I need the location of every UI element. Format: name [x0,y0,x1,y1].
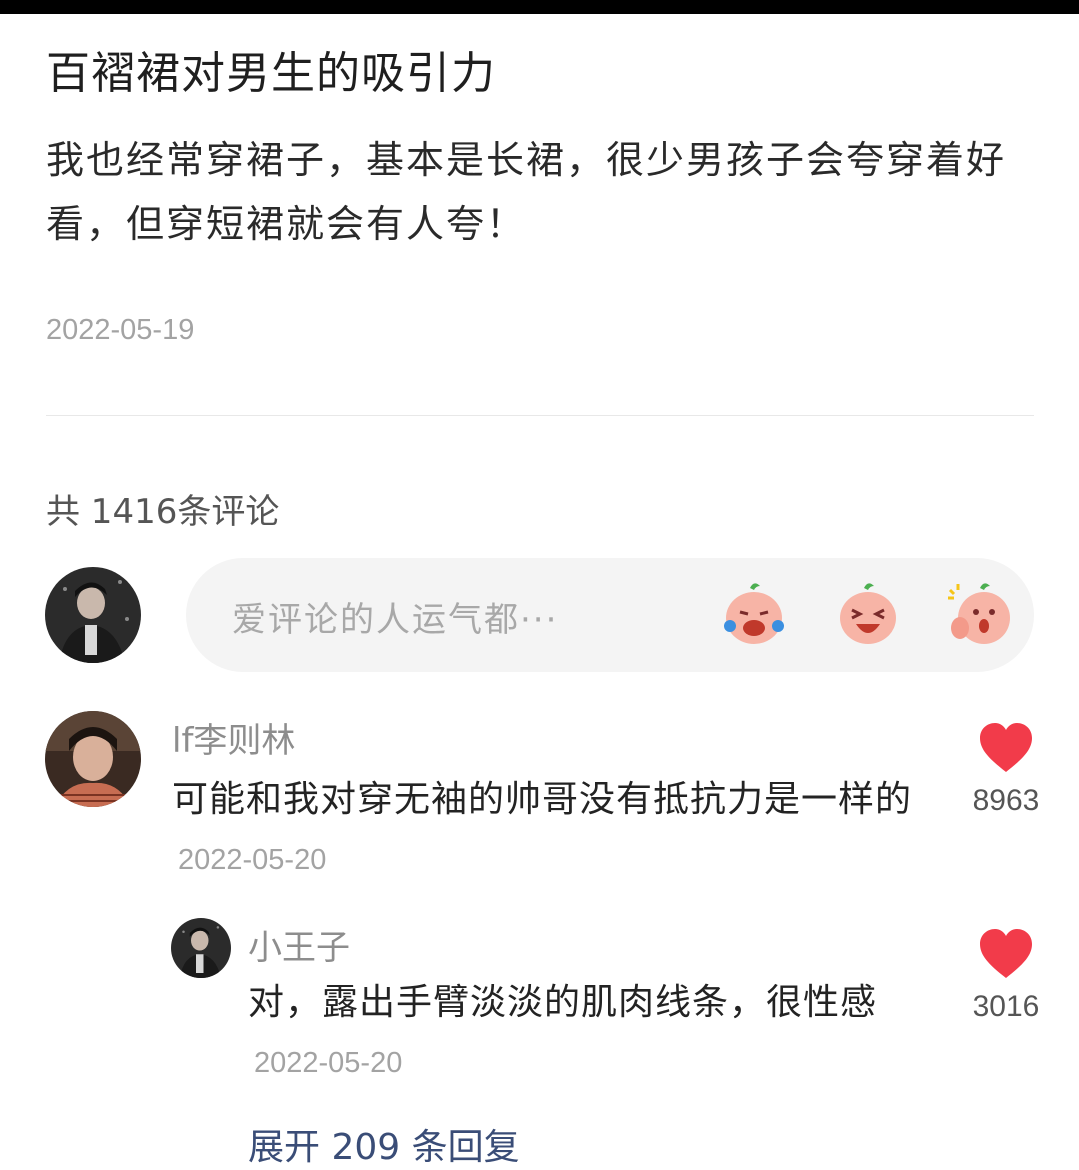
current-user-avatar[interactable] [45,567,141,663]
heart-icon [980,929,1032,978]
reply-body: 对，露出手臂淡淡的肌肉线条，很性感 2022-05-20 [248,974,928,1092]
comment-text: 可能和我对穿无袖的帅哥没有抵抗力是一样的 [172,779,913,820]
reply-text: 对，露出手臂淡淡的肌肉线条，很性感 [248,982,878,1023]
comment-author-name[interactable]: lf李则林 [172,713,295,762]
post-body: 我也经常穿裙子，基本是长裙，很少男孩子会夸穿着好看，但穿短裙就会有人夸！ [46,138,1007,246]
avatar-image [171,918,231,978]
reply-date: 2022-05-20 [254,1047,403,1079]
comment-input-placeholder: 爱评论的人运气都··· [232,600,559,640]
reply-author-avatar[interactable] [171,918,231,978]
comment-body: 可能和我对穿无袖的帅哥没有抵抗力是一样的 2022-05-20 [172,771,912,889]
laughing-emoji-icon[interactable] [834,580,902,648]
expand-replies-link[interactable]: 展开 209 条回复 [248,1118,520,1170]
post-date: 2022-05-19 [46,314,195,346]
comment-author-avatar[interactable] [45,711,141,807]
avatar-image [45,567,141,663]
avatar-image [45,711,141,807]
crying-laughing-emoji-icon[interactable] [720,580,788,648]
divider [46,415,1034,416]
status-bar [0,0,1079,14]
reply-author-name[interactable]: 小王子 [248,920,350,969]
reply-like-count: 3016 [972,990,1040,1023]
post-title: 百褶裙对男生的吸引力 [46,48,496,99]
comment-input[interactable]: 爱评论的人运气都··· [186,558,1034,672]
comment-count: 共 1416条评论 [46,492,280,532]
thumbs-up-emoji-icon[interactable] [946,580,1014,648]
heart-icon [980,723,1032,772]
comment-date: 2022-05-20 [178,844,327,876]
like-count: 8963 [972,784,1040,817]
like-button[interactable]: 8963 [966,722,1046,818]
reply-like-button[interactable]: 3016 [966,928,1046,1024]
